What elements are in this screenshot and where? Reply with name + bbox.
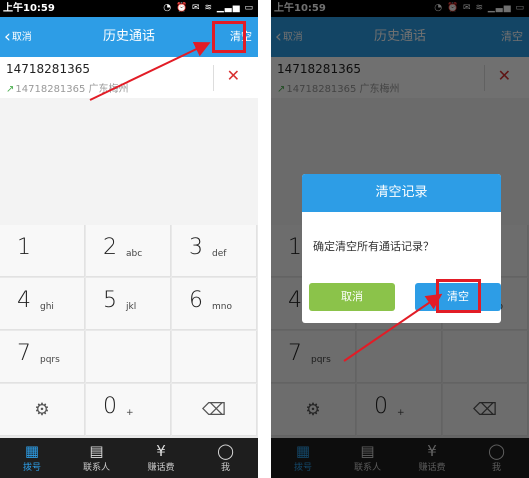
key-1[interactable]: 1: [0, 225, 85, 277]
key-9[interactable]: [172, 331, 257, 383]
status-bar: 上午10:59 ◔ ⏰ ✉ ≋ ▁▃▅ ▭: [0, 0, 258, 17]
dialpad-icon: ▦: [24, 442, 40, 460]
tab-dial[interactable]: ▦ 拨号: [0, 438, 64, 478]
key-0[interactable]: 0+: [86, 384, 171, 436]
key-8[interactable]: [86, 331, 171, 383]
phone-screen-left: 上午10:59 ◔ ⏰ ✉ ≋ ▁▃▅ ▭ ‹取消 历史通话 清空 147182…: [0, 0, 258, 478]
gear-icon: ⚙: [34, 400, 50, 420]
back-button[interactable]: ‹取消: [4, 17, 32, 57]
tab-label: 拨号: [22, 463, 41, 473]
row-divider: [213, 65, 214, 91]
tab-me[interactable]: ◯我: [194, 438, 258, 478]
history-empty-area: [0, 98, 258, 225]
money-bag-icon: ¥: [156, 442, 166, 460]
bottom-tab-bar: ▦拨号▤联系人¥赚话费◯我: [0, 438, 258, 478]
dialog-title: 清空记录: [302, 174, 501, 212]
key-letters: def: [212, 249, 227, 259]
contacts-icon: ▤: [89, 442, 104, 460]
tab-label: 联系人: [82, 463, 110, 473]
backspace-icon: ⌫: [201, 400, 227, 420]
call-number: 14718281365: [6, 62, 90, 76]
phone-screen-right: 上午10:59 ◔ ⏰ ✉ ≋ ▁▃▅ ▭ ‹取消 历史通话 清空 147182…: [271, 0, 529, 478]
status-time: 上午10:59: [3, 3, 55, 14]
key-letters: mno: [212, 302, 232, 312]
call-detail: ↗14718281365 广东梅州: [6, 80, 129, 95]
highlight-box-clear: [212, 21, 246, 53]
highlight-box-confirm: [436, 279, 481, 313]
outgoing-call-icon: ↗: [6, 84, 15, 95]
dialog-cancel-button[interactable]: 取消: [309, 283, 395, 311]
key-digit: 7: [17, 341, 31, 366]
person-icon: ◯: [217, 442, 234, 460]
key-letters: ghi: [40, 302, 54, 312]
key-digit: 1: [17, 235, 31, 260]
key-letters: abc: [126, 249, 143, 259]
settings-key[interactable]: ⚙: [0, 384, 85, 436]
key-digit: 4: [17, 288, 31, 313]
tab-contacts[interactable]: ▤ 联系人: [65, 438, 129, 478]
key-2[interactable]: 2 abc: [86, 225, 171, 277]
key-3[interactable]: 3 def: [172, 225, 257, 277]
key-digit: 3: [189, 235, 203, 260]
call-history-row[interactable]: 14718281365 ↗14718281365 广东梅州 ✕: [0, 57, 258, 99]
tab-label: 我: [220, 463, 230, 473]
key-7[interactable]: 7 pqrs: [0, 331, 85, 383]
delete-icon[interactable]: ✕: [227, 66, 240, 85]
key-5[interactable]: 5 jkl: [86, 278, 171, 330]
backspace-key[interactable]: ⌫: [172, 384, 257, 436]
key-letters: jkl: [126, 302, 137, 312]
key-4[interactable]: 4 ghi: [0, 278, 85, 330]
dial-keypad: 12abc3def4ghi5jkl6mno7pqrs⚙0+⌫: [0, 225, 258, 438]
status-icons: ◔ ⏰ ✉ ≋ ▁▃▅ ▭: [163, 3, 254, 13]
key-letters: +: [126, 408, 134, 418]
tab-earn-credit[interactable]: ¥ 赚话费: [129, 438, 193, 478]
key-digit: 5: [103, 288, 117, 313]
dialog-message: 确定清空所有通话记录？: [313, 240, 434, 253]
tab-label: 赚话费: [147, 463, 175, 473]
chevron-left-icon: ‹: [4, 27, 11, 47]
key-digit: 2: [103, 235, 117, 260]
key-letters: pqrs: [40, 355, 60, 365]
key-digit: 0: [103, 394, 117, 419]
call-detail-text: 14718281365 广东梅州: [15, 84, 129, 95]
back-label: 取消: [11, 32, 32, 43]
key-6[interactable]: 6 mno: [172, 278, 257, 330]
key-digit: 6: [189, 288, 203, 313]
